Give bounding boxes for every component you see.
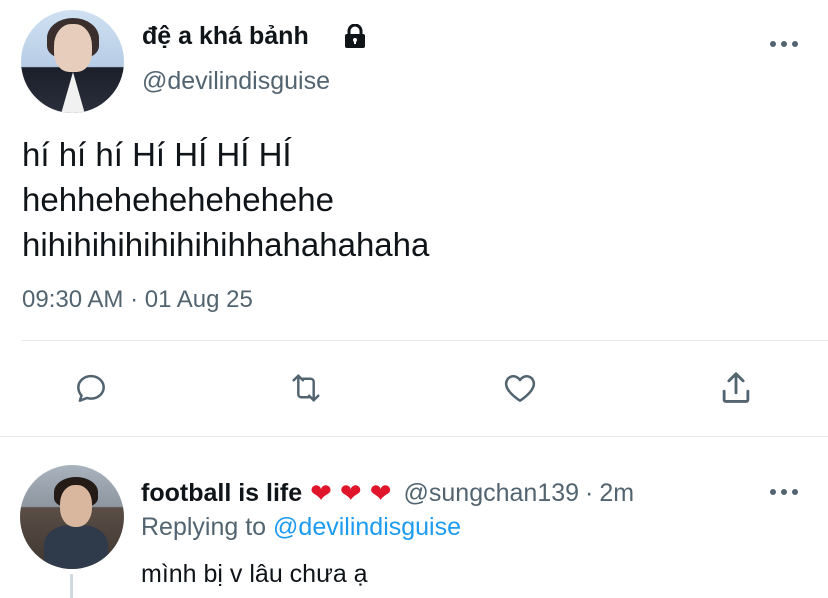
reply-text: mình bị v lâu chưa ạ [141, 560, 368, 588]
separator: · [585, 478, 594, 507]
like-button[interactable] [500, 368, 540, 408]
avatar-shirt [61, 72, 85, 113]
replying-to-mention[interactable]: @devilindisguise [273, 513, 461, 541]
heart-emojis: ❤ ❤ ❤ [310, 480, 399, 506]
heart-icon: ❤ [339, 478, 362, 508]
more-icon[interactable] [768, 486, 800, 498]
replying-to: Replying to @devilindisguise [141, 513, 461, 542]
avatar-face [54, 24, 92, 72]
main-tweet: đệ a khá bảnh @devilindisguise hí hí hí … [0, 0, 828, 440]
tweet-text: hí hí hí Hí HÍ HÍ HÍ hehhehehehehehehe h… [22, 132, 802, 267]
divider [22, 340, 828, 341]
tweet-text-line: hihihihihihihihihhahahahaha [22, 226, 430, 263]
avatar-face [60, 485, 92, 527]
replying-to-label: Replying to [141, 513, 274, 541]
reply-icon [77, 374, 105, 402]
reply-header: football is life ❤ ❤ ❤ @sungchan139 · 2m [141, 477, 634, 509]
avatar-jacket [44, 525, 108, 569]
share-button[interactable] [716, 368, 756, 408]
heart-icon: ❤ [310, 478, 332, 508]
reply-tweet[interactable]: football is life ❤ ❤ ❤ @sungchan139 · 2m… [0, 437, 828, 598]
share-icon [722, 372, 750, 403]
like-icon [504, 375, 536, 402]
tweet-text-line: hehhehehehehehehe [22, 181, 335, 218]
heart-icon: ❤ [369, 478, 392, 508]
thread-line [70, 574, 73, 598]
timestamp[interactable]: 09:30 AM · 01 Aug 25 [22, 286, 253, 314]
avatar[interactable] [20, 465, 124, 569]
handle[interactable]: @devilindisguise [142, 67, 330, 96]
more-icon[interactable] [768, 38, 800, 50]
lock-icon [345, 24, 365, 48]
reply-time[interactable]: 2m [599, 479, 634, 508]
reply-button[interactable] [71, 368, 111, 408]
avatar[interactable] [21, 10, 124, 113]
reply-handle[interactable]: @sungchan139 [404, 479, 580, 508]
retweet-icon [292, 374, 320, 402]
display-name[interactable]: đệ a khá bảnh [142, 22, 309, 51]
retweet-button[interactable] [286, 368, 326, 408]
tweet-text-line: hí hí hí Hí HÍ HÍ HÍ [22, 136, 292, 173]
reply-display-name[interactable]: football is life [141, 479, 302, 508]
